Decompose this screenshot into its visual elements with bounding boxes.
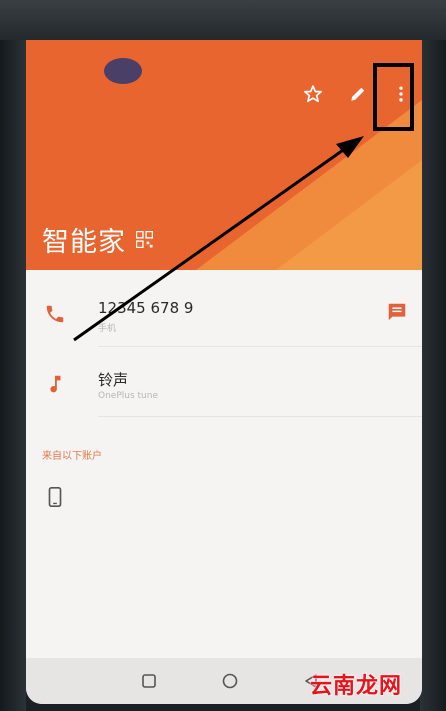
message-button[interactable]	[386, 301, 408, 323]
highlight-box	[373, 63, 414, 131]
ringtone-value: OnePlus tune	[98, 391, 158, 401]
contact-name: 智能家	[42, 227, 126, 258]
recents-button[interactable]	[138, 670, 160, 692]
account-row[interactable]	[26, 470, 422, 530]
divider	[98, 416, 422, 417]
favorite-button[interactable]	[299, 80, 327, 108]
accounts-section-label: 来自以下账户	[42, 451, 102, 462]
divider	[98, 346, 422, 347]
music-note-icon	[50, 375, 61, 393]
watermark: 云南龙网	[310, 674, 403, 699]
pencil-icon	[351, 87, 365, 101]
purple-blur-artifact	[104, 58, 142, 84]
edit-button[interactable]	[344, 80, 372, 108]
ringtone-row[interactable]: 铃声 OnePlus tune	[26, 355, 422, 425]
contact-detail-screen: 智能家 12345 678 9 手机 铃声 OnePlus tune 来自以下账…	[26, 40, 422, 704]
ringtone-label: 铃声	[98, 371, 129, 389]
contact-header: 智能家	[26, 40, 422, 270]
smartphone-icon	[48, 487, 62, 507]
phone-bezel-right	[420, 0, 446, 711]
circle-icon	[222, 673, 238, 689]
phone-bezel-top	[0, 0, 446, 40]
home-button[interactable]	[219, 670, 241, 692]
phone-icon	[46, 305, 64, 323]
phone-row[interactable]: 12345 678 9 手机	[26, 285, 422, 355]
square-icon	[142, 674, 156, 688]
contact-name-row: 智能家	[42, 220, 153, 259]
phone-type: 手机	[98, 324, 117, 334]
qr-code-icon[interactable]	[136, 231, 153, 248]
phone-bezel-left	[0, 0, 26, 711]
phone-number: 12345 678 9	[98, 299, 194, 317]
star-icon	[304, 85, 322, 103]
